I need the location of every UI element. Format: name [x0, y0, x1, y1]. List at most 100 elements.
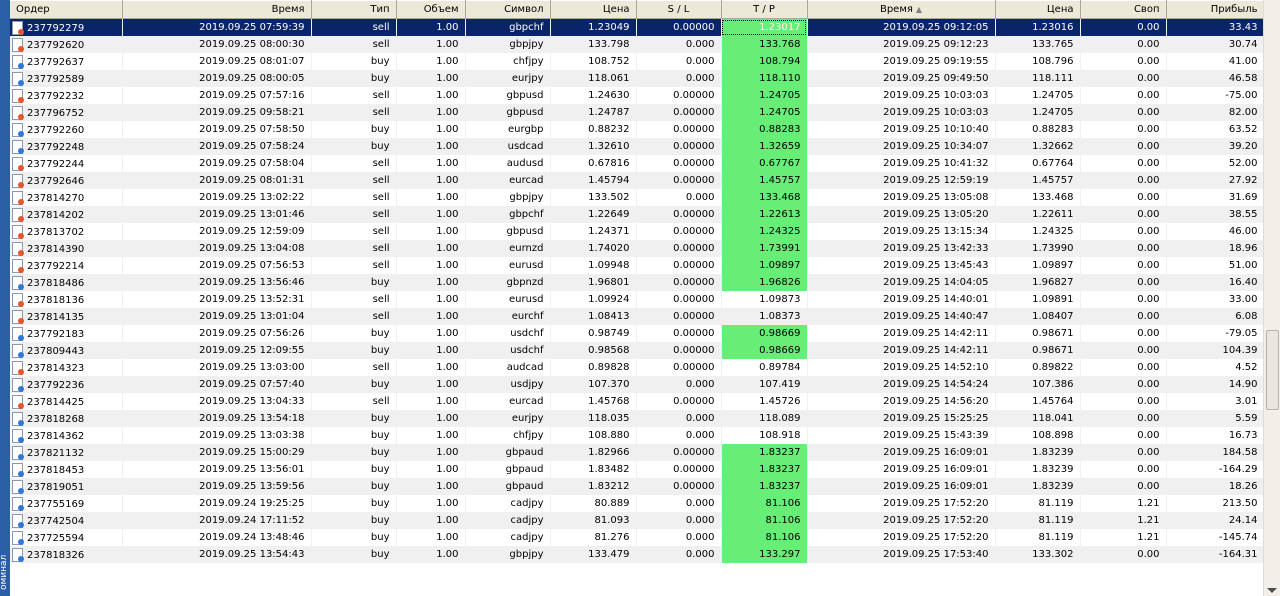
cell-symbol: eurcad: [465, 393, 551, 410]
order-id-text: 237792244: [27, 159, 85, 170]
cell-trade-type: sell: [311, 359, 397, 376]
cell-order-id: 237792214: [10, 257, 123, 274]
cell-profit: -75.00: [1166, 87, 1264, 104]
cell-profit: 104.39: [1166, 342, 1264, 359]
table-row[interactable]: 237814390 2019.09.25 13:04:08 sell 1.00 eurn…: [10, 240, 1264, 257]
scrollbar-thumb[interactable]: [1266, 330, 1279, 410]
cell-take-profit: 0.67767: [721, 155, 808, 172]
table-row[interactable]: 237792589 2019.09.25 08:00:05 buy 1.00 eurjp…: [10, 70, 1264, 87]
table-row[interactable]: 237792236 2019.09.25 07:57:40 buy 1.00 usdjp…: [10, 376, 1264, 393]
col-header-open-price[interactable]: Цена: [550, 0, 637, 19]
table-row[interactable]: 237792214 2019.09.25 07:56:53 sell 1.00 euru…: [10, 257, 1264, 274]
cell-close-time: 2019.09.25 15:25:25: [807, 410, 996, 427]
table-row[interactable]: 237792646 2019.09.25 08:01:31 sell 1.00 eurc…: [10, 172, 1264, 189]
cell-take-profit: 81.106: [721, 512, 808, 529]
col-header-close-price[interactable]: Цена: [995, 0, 1081, 19]
order-id-text: 237792248: [27, 142, 85, 153]
table-row[interactable]: 237792279 2019.09.25 07:59:39 sell 1.00 gbpc…: [10, 18, 1264, 36]
cell-trade-type: buy: [311, 53, 397, 70]
table-row[interactable]: 237792248 2019.09.25 07:58:24 buy 1.00 usdca…: [10, 138, 1264, 155]
table-row[interactable]: 237792260 2019.09.25 07:58:50 buy 1.00 eurgb…: [10, 121, 1264, 138]
cell-take-profit: 1.24705: [721, 104, 808, 121]
table-row[interactable]: 237792183 2019.09.25 07:56:26 buy 1.00 usdch…: [10, 325, 1264, 342]
cell-open-price: 108.880: [550, 427, 637, 444]
cell-close-time: 2019.09.25 10:41:32: [807, 155, 996, 172]
col-header-sl[interactable]: S / L: [636, 0, 722, 19]
cell-close-price: 1.24705: [995, 104, 1081, 121]
cell-volume: 1.00: [396, 53, 466, 70]
scroll-down-arrow-icon[interactable]: [1267, 588, 1277, 593]
table-row[interactable]: 237818453 2019.09.25 13:56:01 buy 1.00 gbpau…: [10, 461, 1264, 478]
table-row[interactable]: 237792620 2019.09.25 08:00:30 sell 1.00 gbpj…: [10, 36, 1264, 53]
table-row[interactable]: 237792232 2019.09.25 07:57:16 sell 1.00 gbpu…: [10, 87, 1264, 104]
cell-order-id: 237792244: [10, 155, 123, 172]
cell-symbol: gbpjpy: [465, 546, 551, 563]
col-header-swap[interactable]: Своп: [1080, 0, 1167, 19]
cell-order-id: 237821132: [10, 444, 123, 461]
cell-close-price: 1.83239: [995, 461, 1081, 478]
cell-swap: 0.00: [1080, 291, 1167, 308]
cell-symbol: eurusd: [465, 257, 551, 274]
table-row[interactable]: 237814425 2019.09.25 13:04:33 sell 1.00 eurc…: [10, 393, 1264, 410]
col-header-open-time[interactable]: Время: [122, 0, 312, 19]
table-row[interactable]: 237792244 2019.09.25 07:58:04 sell 1.00 audu…: [10, 155, 1264, 172]
table-row[interactable]: 237792637 2019.09.25 08:01:07 buy 1.00 chfjp…: [10, 53, 1264, 70]
cell-close-price: 133.302: [995, 546, 1081, 563]
cell-take-profit: 0.88283: [721, 121, 808, 138]
order-id-text: 237814270: [27, 193, 85, 204]
table-row[interactable]: 237813702 2019.09.25 12:59:09 sell 1.00 gbpu…: [10, 223, 1264, 240]
cell-trade-type: sell: [311, 172, 397, 189]
cell-take-profit: 107.419: [721, 376, 808, 393]
order-id-text: 237792589: [27, 74, 85, 85]
cell-open-price: 133.479: [550, 546, 637, 563]
table-row[interactable]: 237814362 2019.09.25 13:03:38 buy 1.00 chfjp…: [10, 427, 1264, 444]
col-header-order[interactable]: Ордер: [10, 0, 123, 19]
cell-symbol: usdjpy: [465, 376, 551, 393]
cell-order-id: 237818453: [10, 461, 123, 478]
cell-profit: -79.05: [1166, 325, 1264, 342]
table-row[interactable]: 237755169 2019.09.24 19:25:25 buy 1.00 cadjp…: [10, 495, 1264, 512]
table-row[interactable]: 237818326 2019.09.25 13:54:43 buy 1.00 gbpjp…: [10, 546, 1264, 563]
cell-profit: 16.40: [1166, 274, 1264, 291]
cell-stop-loss: 0.00000: [636, 240, 722, 257]
table-row[interactable]: 237814202 2019.09.25 13:01:46 sell 1.00 gbpc…: [10, 206, 1264, 223]
cell-symbol: usdcad: [465, 138, 551, 155]
col-header-type[interactable]: Тип: [311, 0, 397, 19]
cell-volume: 1.00: [396, 376, 466, 393]
table-row[interactable]: 237742504 2019.09.24 17:11:52 buy 1.00 cadjp…: [10, 512, 1264, 529]
cell-order-id: 237742504: [10, 512, 123, 529]
table-row[interactable]: 237796752 2019.09.25 09:58:21 sell 1.00 gbpu…: [10, 104, 1264, 121]
table-row[interactable]: 237818136 2019.09.25 13:52:31 sell 1.00 euru…: [10, 291, 1264, 308]
col-header-volume[interactable]: Объем: [396, 0, 466, 19]
table-row[interactable]: 237809443 2019.09.25 12:09:55 buy 1.00 usdch…: [10, 342, 1264, 359]
cell-stop-loss: 0.00000: [636, 393, 722, 410]
cell-stop-loss: 0.00000: [636, 461, 722, 478]
col-header-symbol[interactable]: Символ: [465, 0, 551, 19]
table-row[interactable]: 237821132 2019.09.25 15:00:29 buy 1.00 gbpau…: [10, 444, 1264, 461]
cell-open-time: 2019.09.24 13:48:46: [122, 529, 312, 546]
table-row[interactable]: 237819051 2019.09.25 13:59:56 buy 1.00 gbpau…: [10, 478, 1264, 495]
cell-take-profit: 133.297: [721, 546, 808, 563]
cell-symbol: gbpchf: [465, 206, 551, 223]
vertical-scrollbar[interactable]: [1263, 0, 1280, 596]
terminal-side-tab[interactable]: оминал: [0, 0, 10, 596]
table-row[interactable]: 237814270 2019.09.25 13:02:22 sell 1.00 gbpj…: [10, 189, 1264, 206]
cell-close-time: 2019.09.25 16:09:01: [807, 478, 996, 495]
cell-close-time: 2019.09.25 16:09:01: [807, 444, 996, 461]
cell-close-time: 2019.09.25 09:49:50: [807, 70, 996, 87]
col-header-close-time[interactable]: Время ▲: [807, 0, 996, 19]
buy-order-icon: [12, 412, 24, 426]
cell-open-price: 1.83482: [550, 461, 637, 478]
order-id-text: 237755169: [27, 499, 85, 510]
cell-close-price: 81.119: [995, 495, 1081, 512]
cell-volume: 1.00: [396, 70, 466, 87]
cell-take-profit: 133.768: [721, 36, 808, 53]
cell-volume: 1.00: [396, 410, 466, 427]
table-row[interactable]: 237725594 2019.09.24 13:48:46 buy 1.00 cadjp…: [10, 529, 1264, 546]
table-row[interactable]: 237814323 2019.09.25 13:03:00 sell 1.00 audc…: [10, 359, 1264, 376]
table-row[interactable]: 237818268 2019.09.25 13:54:18 buy 1.00 eurjp…: [10, 410, 1264, 427]
col-header-profit[interactable]: Прибыль: [1166, 0, 1264, 19]
table-row[interactable]: 237818486 2019.09.25 13:56:46 buy 1.00 gbpnz…: [10, 274, 1264, 291]
col-header-tp[interactable]: T / P: [721, 0, 808, 19]
table-row[interactable]: 237814135 2019.09.25 13:01:04 sell 1.00 eurc…: [10, 308, 1264, 325]
